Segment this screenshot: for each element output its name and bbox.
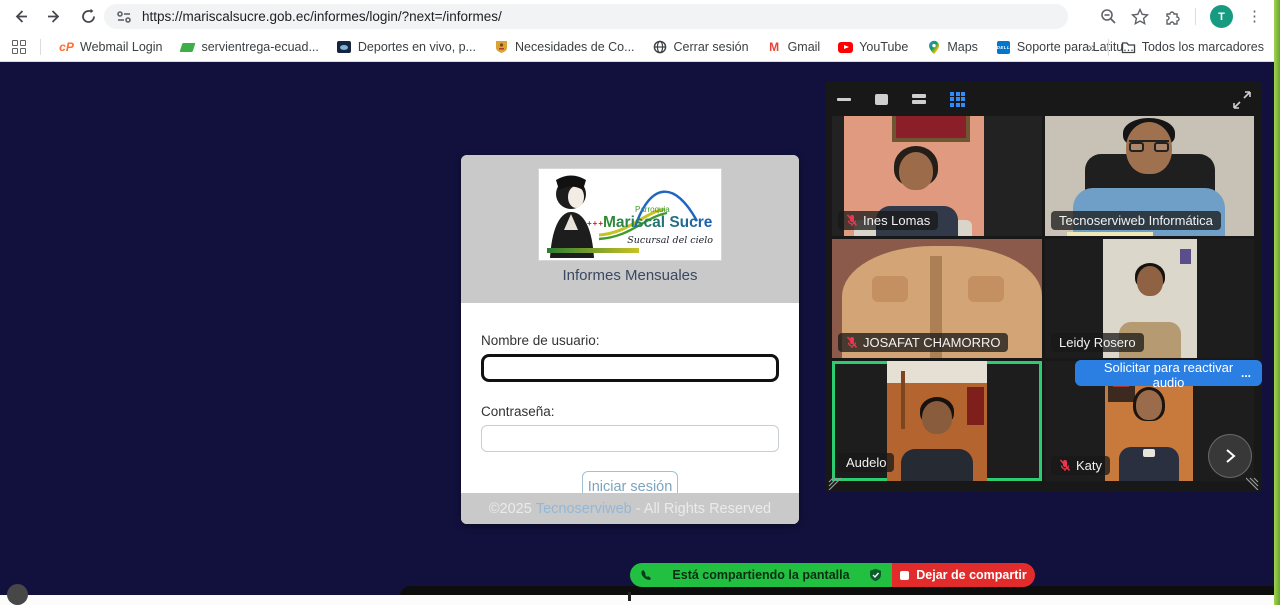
participant-name-tag: Ines Lomas [838,211,938,230]
screen-share-banner: Está compartiendo la pantalla Dejar de c… [630,563,1035,587]
logo-stars: +++ [587,219,604,228]
participant-video [887,361,987,481]
participant-name-tag: Audelo [838,453,894,472]
participant-name-tag: Leidy Rosero [1051,333,1144,352]
speaker-view-icon[interactable] [875,94,888,105]
bookmark-maps[interactable]: Maps [926,40,978,55]
sharing-status: Está compartiendo la pantalla [630,563,892,587]
muted-mic-icon [846,336,858,349]
participant-name-tag: Katy [1051,456,1110,475]
meeting-panel-header [825,82,1262,116]
logo-color-bar [547,248,639,253]
video-tile-ines[interactable]: Ines Lomas [832,116,1042,236]
address-bar[interactable]: https://mariscalsucre.gob.ec/informes/lo… [104,4,1068,29]
video-tile-josafat[interactable]: JOSAFAT CHAMORRO [832,239,1042,358]
muted-mic-icon [1059,459,1071,472]
footer-brand-link[interactable]: Tecnoserviweb [536,501,632,517]
dell-icon: DELL [996,40,1011,55]
bookmark-gmail[interactable]: M Gmail [767,40,821,55]
corner-widget [7,584,28,605]
youtube-icon [838,40,853,55]
crest-icon [494,40,509,55]
resize-handle[interactable] [828,477,841,490]
meeting-panel: Ines Lomas Tecnoserviweb Informática JOS… [825,82,1262,492]
minimize-view-icon[interactable] [837,98,851,101]
expand-icon[interactable] [1232,90,1252,110]
login-card-header: Parroquia +++ Mariscal Sucre Sucursal de… [461,155,799,303]
participant-name-tag: JOSAFAT CHAMORRO [838,333,1008,352]
password-input[interactable] [481,425,779,452]
strip-view-icon[interactable] [912,94,926,104]
taskbar-tick [628,592,631,601]
participants-grid: Ines Lomas Tecnoserviweb Informática JOS… [832,116,1255,485]
video-tile-tecnoserviweb[interactable]: Tecnoserviweb Informática [1045,116,1254,236]
deportes-icon [337,40,352,55]
sharing-status-text: Está compartiendo la pantalla [661,568,861,582]
gmail-icon: M [767,40,782,55]
cpanel-icon: cP [59,40,74,55]
bottom-window-edge [0,595,1274,605]
folder-icon [1121,40,1136,55]
bookmark-youtube[interactable]: YouTube [838,40,908,55]
footer-rights: - All Rights Reserved [636,501,771,517]
bookmark-star-icon[interactable] [1131,8,1149,26]
profile-avatar[interactable]: T [1210,5,1233,28]
bookmark-webmail[interactable]: cP Webmail Login [59,40,162,55]
browser-menu-icon[interactable]: ⋮ [1247,9,1262,24]
bookmarks-separator [40,39,41,55]
extensions-icon[interactable] [1163,8,1181,26]
bookmarks-right-separator [1108,39,1109,56]
chevron-right-icon [1224,448,1236,464]
bookmarks-bar: cP Webmail Login servientrega-ecuad... D… [0,33,1274,62]
logo-mariscal-sucre-text: Mariscal Sucre [603,214,712,232]
site-settings-icon[interactable] [116,10,132,24]
back-icon[interactable] [6,3,34,31]
url-text: https://mariscalsucre.gob.ec/informes/lo… [142,9,502,24]
bookmarks-overflow-icon[interactable]: » [1088,39,1096,55]
bookmark-servientrega[interactable]: servientrega-ecuad... [180,40,318,55]
login-card-footer: ©2025 Tecnoserviweb - All Rights Reserve… [461,493,799,524]
all-bookmarks-button[interactable]: Todos los marcadores [1121,40,1264,55]
password-label: Contraseña: [481,404,779,419]
phone-icon [640,569,653,582]
username-input[interactable] [481,354,779,382]
gallery-view-icon[interactable] [950,92,965,107]
resize-handle[interactable] [1246,477,1259,490]
browser-toolbar: https://mariscalsucre.gob.ec/informes/lo… [0,0,1274,33]
video-tile-audelo[interactable]: Audelo [832,361,1042,481]
stop-share-button[interactable]: Dejar de compartir [892,563,1035,587]
servientrega-icon [180,40,195,55]
more-options-button[interactable]: ... [1234,360,1258,386]
maps-pin-icon [926,40,941,55]
logo-sucursal-text: Sucursal del cielo [627,235,713,246]
bookmark-cerrar-sesion[interactable]: Cerrar sesión [653,40,749,55]
screen-share-border [1274,0,1280,605]
footer-copyright: ©2025 [489,501,532,517]
globe-icon [653,40,668,55]
parroquia-logo: Parroquia +++ Mariscal Sucre Sucursal de… [538,168,722,261]
logo-parroquia-text: Parroquia [635,205,670,214]
bookmark-deportes[interactable]: Deportes en vivo, p... [337,40,476,55]
next-participants-button[interactable] [1208,434,1252,478]
toolbar-separator [1195,8,1196,25]
username-label: Nombre de usuario: [481,333,779,348]
login-card: Parroquia +++ Mariscal Sucre Sucursal de… [461,155,799,524]
reload-icon[interactable] [74,3,102,31]
bookmark-necesidades[interactable]: Necesidades de Co... [494,40,635,55]
muted-mic-icon [846,214,858,227]
stop-icon [900,571,909,580]
video-tile-leidy[interactable]: Leidy Rosero [1045,239,1254,358]
participant-name-tag: Tecnoserviweb Informática [1051,211,1221,230]
forward-icon[interactable] [40,3,68,31]
zoom-indicator-icon[interactable] [1100,8,1117,25]
shield-check-icon [869,568,882,582]
page-title: Informes Mensuales [461,267,799,284]
apps-grid-icon[interactable] [12,40,26,54]
